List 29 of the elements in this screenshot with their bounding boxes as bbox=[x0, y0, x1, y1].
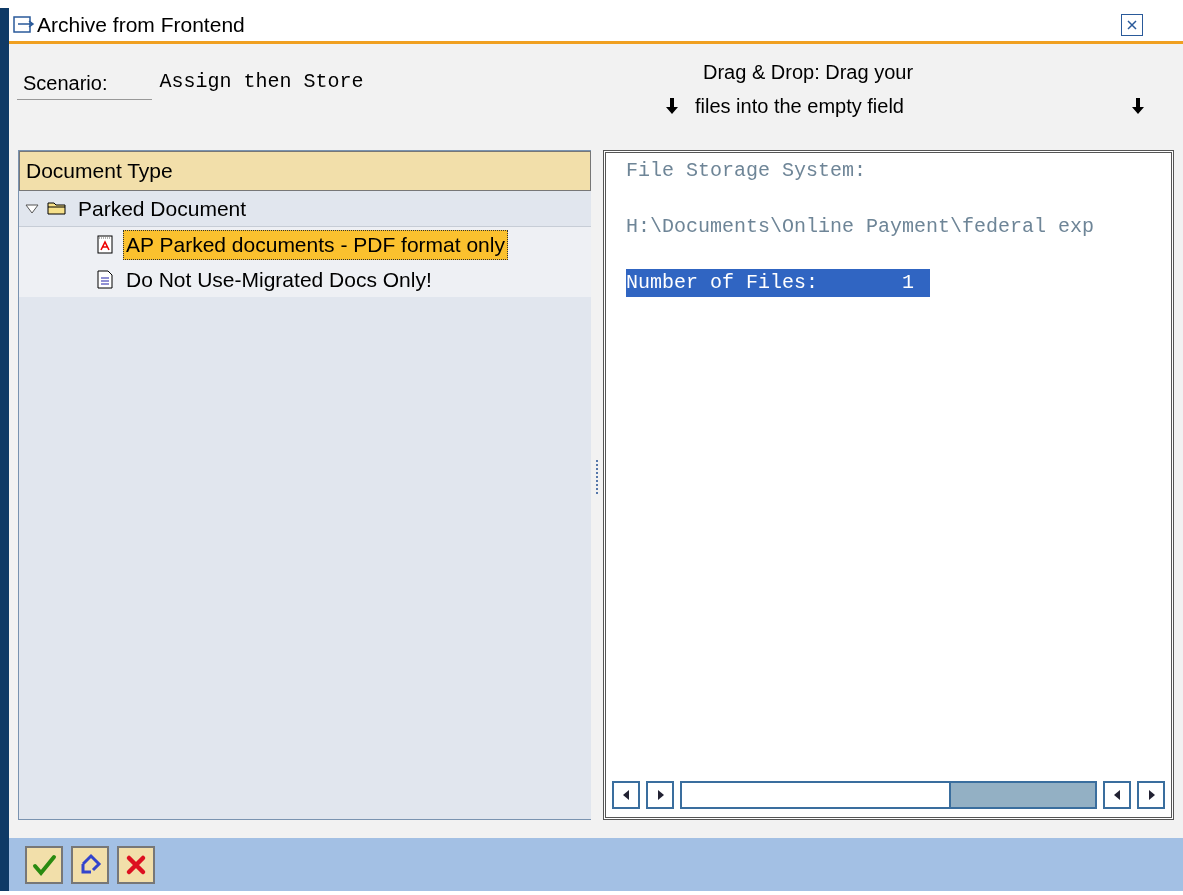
scroll-left-button[interactable] bbox=[612, 781, 640, 809]
reset-button[interactable] bbox=[71, 845, 109, 884]
down-arrow-icon bbox=[665, 98, 679, 114]
scenario-label: Scenario: bbox=[17, 68, 152, 100]
drag-hint: files into the empty field bbox=[695, 94, 905, 118]
window-title: Archive from Frontend bbox=[37, 12, 245, 37]
scrollbar-track[interactable] bbox=[680, 781, 1097, 809]
scroll-left-button[interactable] bbox=[1103, 781, 1131, 809]
document-icon bbox=[95, 269, 115, 290]
confirm-button[interactable] bbox=[25, 845, 63, 884]
tree-item[interactable]: Parked Document bbox=[75, 193, 250, 224]
text-line: H:\Documents\Online Payment\federal exp bbox=[626, 214, 1095, 240]
pdf-document-icon bbox=[95, 234, 115, 255]
collapse-icon bbox=[25, 203, 39, 214]
scrollbar-thumb[interactable] bbox=[949, 783, 1095, 807]
close-button[interactable] bbox=[1121, 13, 1143, 36]
close-icon bbox=[1126, 18, 1138, 31]
cancel-button[interactable] bbox=[117, 845, 155, 884]
scroll-right-button[interactable] bbox=[646, 781, 674, 809]
text-line: File Storage System: bbox=[626, 158, 867, 184]
column-header: Document Type bbox=[19, 151, 591, 191]
expand-toggle[interactable] bbox=[25, 203, 39, 214]
window-icon bbox=[13, 15, 35, 34]
down-arrow-icon bbox=[1131, 98, 1145, 114]
scroll-right-button[interactable] bbox=[1137, 781, 1165, 809]
drop-area[interactable]: File Storage System: H:\Documents\Online Payment\federal exp Number of Files: 1 bbox=[603, 150, 1174, 820]
tree-item[interactable]: AP Parked documents - PDF format only bbox=[123, 229, 508, 260]
scenario-value: Assign then Store bbox=[159, 69, 364, 93]
drag-hint: Drag & Drop: Drag your bbox=[703, 60, 914, 85]
